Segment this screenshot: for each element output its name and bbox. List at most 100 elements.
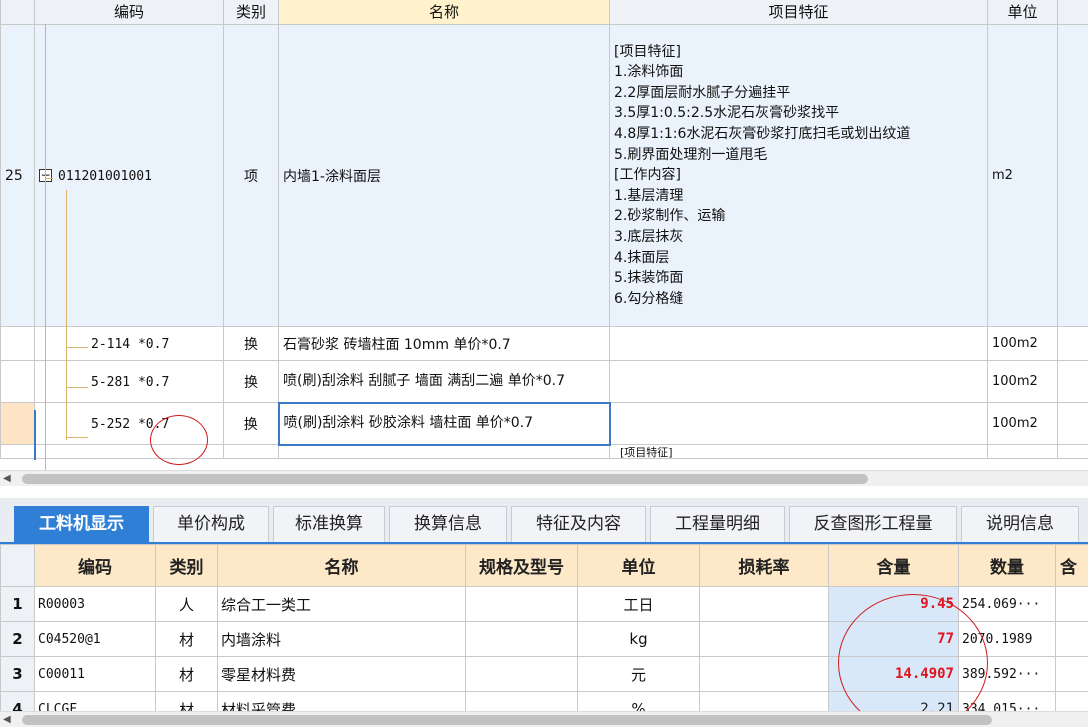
resource-code[interactable]: C00011 (34, 656, 156, 692)
header-unit[interactable]: 单位 (987, 0, 1058, 25)
resource-code[interactable]: C04520@1 (34, 621, 156, 657)
header-loss-rate[interactable]: 损耗率 (699, 544, 829, 587)
header-spec[interactable]: 规格及型号 (465, 544, 578, 587)
tab-labor-material-machine[interactable]: 工料机显示 (14, 506, 149, 542)
bill-items-header: 编码 类别 名称 项目特征 单位 (0, 0, 1088, 25)
sub-code-cell[interactable]: 5-281 *0.7 (34, 360, 224, 403)
table-row[interactable]: 3 C00011 材 零星材料费 元 14.4907 389.592··· (0, 656, 1088, 692)
sub-unit[interactable]: 100m2 (987, 326, 1058, 361)
top-horizontal-scrollbar[interactable]: ◀ (0, 470, 1088, 486)
resource-extra[interactable] (1055, 586, 1088, 622)
resource-name[interactable]: 零星材料费 (217, 656, 466, 692)
sub-features[interactable] (609, 360, 988, 403)
resource-name[interactable]: 综合工一类工 (217, 586, 466, 622)
partial-extra[interactable] (1057, 444, 1088, 459)
item-code-cell[interactable]: −011201001001 (34, 24, 224, 327)
resource-extra[interactable] (1055, 621, 1088, 657)
header-content[interactable]: 含量 (828, 544, 959, 587)
scrollbar-thumb[interactable] (22, 474, 868, 484)
resource-content[interactable]: 77 (828, 621, 959, 657)
sub-name[interactable]: 石膏砂浆 砖墙柱面 10mm 单价*0.7 (278, 326, 610, 361)
partial-type[interactable] (223, 444, 279, 459)
resource-loss-rate[interactable] (699, 586, 829, 622)
resource-spec[interactable] (465, 586, 578, 622)
sub-code-cell[interactable]: 5-252 *0.7 (34, 402, 224, 445)
tab-standard-conversion[interactable]: 标准换算 (273, 506, 385, 542)
resource-content[interactable]: 14.4907 (828, 656, 959, 692)
row-index-header (0, 544, 35, 587)
tab-conversion-info[interactable]: 换算信息 (389, 506, 507, 542)
tab-description-info[interactable]: 说明信息 (961, 506, 1079, 542)
sub-unit[interactable]: 100m2 (987, 360, 1058, 403)
resource-extra[interactable] (1055, 656, 1088, 692)
resource-quantity[interactable]: 254.069··· (958, 586, 1056, 622)
sub-extra[interactable] (1057, 326, 1088, 361)
resource-loss-rate[interactable] (699, 656, 829, 692)
item-extra[interactable] (1057, 24, 1088, 327)
resource-code[interactable]: R00003 (34, 586, 156, 622)
scroll-left-icon[interactable]: ◀ (3, 473, 11, 484)
resource-type[interactable]: 人 (155, 586, 218, 622)
resource-content[interactable]: 9.45 (828, 586, 959, 622)
sub-code: 5-281 *0.7 (91, 374, 170, 390)
item-unit[interactable]: m2 (987, 24, 1058, 327)
bottom-horizontal-scrollbar[interactable]: ◀ (0, 711, 1088, 727)
tab-features-content[interactable]: 特征及内容 (511, 506, 646, 542)
resource-spec[interactable] (465, 656, 578, 692)
sub-type[interactable]: 换 (223, 402, 279, 445)
scrollbar-thumb[interactable] (22, 715, 992, 725)
sub-code: 5-252 *0.7 (91, 416, 170, 432)
header-code[interactable]: 编码 (34, 544, 156, 587)
header-features[interactable]: 项目特征 (609, 0, 988, 25)
tab-quantity-details[interactable]: 工程量明细 (650, 506, 785, 542)
resource-quantity[interactable]: 2070.1989 (958, 621, 1056, 657)
resource-quantity[interactable]: 389.592··· (958, 656, 1056, 692)
partial-name[interactable] (278, 444, 610, 459)
sub-code: 2-114 *0.7 (91, 336, 170, 352)
sub-name[interactable]: 喷(刷)刮涂料 刮腻子 墙面 满刮二遍 单价*0.7 (278, 360, 610, 403)
header-extra[interactable]: 含 (1055, 544, 1088, 587)
detail-tab-bar: 工料机显示 单价构成 标准换算 换算信息 特征及内容 工程量明细 反查图形工程量… (0, 498, 1088, 544)
resource-unit[interactable]: 工日 (577, 586, 700, 622)
sub-code-cell[interactable]: 2-114 *0.7 (34, 326, 224, 361)
sub-extra[interactable] (1057, 402, 1088, 445)
resource-loss-rate[interactable] (699, 621, 829, 657)
resource-spec[interactable] (465, 621, 578, 657)
resource-type[interactable]: 材 (155, 656, 218, 692)
sub-type[interactable]: 换 (223, 360, 279, 403)
table-row[interactable]: 25 −011201001001 项 内墙1-涂料面层 [项目特征] 1.涂料饰… (0, 24, 1088, 327)
tab-unit-price-composition[interactable]: 单价构成 (153, 506, 269, 542)
partial-code[interactable] (34, 444, 224, 459)
header-name[interactable]: 名称 (278, 0, 610, 25)
resource-name[interactable]: 内墙涂料 (217, 621, 466, 657)
item-features[interactable]: [项目特征] 1.涂料饰面 2.2厚面层耐水腻子分遍挂平 3.5厚1:0.5:2… (609, 24, 988, 327)
header-quantity[interactable]: 数量 (958, 544, 1056, 587)
table-row[interactable]: 5-281 *0.7 换 喷(刷)刮涂料 刮腻子 墙面 满刮二遍 单价*0.7 … (0, 360, 1088, 403)
table-row[interactable]: 2-114 *0.7 换 石膏砂浆 砖墙柱面 10mm 单价*0.7 100m2 (0, 326, 1088, 361)
item-name[interactable]: 内墙1-涂料面层 (278, 24, 610, 327)
partial-features[interactable]: [项目特征] (609, 444, 988, 459)
sub-type[interactable]: 换 (223, 326, 279, 361)
table-row[interactable]: 1 R00003 人 综合工一类工 工日 9.45 254.069··· (0, 586, 1088, 622)
resource-type[interactable]: 材 (155, 621, 218, 657)
table-row-partial[interactable]: [项目特征] (0, 444, 1088, 459)
sub-name-editing[interactable]: 喷(刷)刮涂料 砂胶涂料 墙柱面 单价*0.7 (277, 401, 611, 446)
partial-unit[interactable] (987, 444, 1058, 459)
table-row-selected[interactable]: 5-252 *0.7 换 喷(刷)刮涂料 砂胶涂料 墙柱面 单价*0.7 100… (0, 401, 1088, 446)
header-extra[interactable] (1057, 0, 1088, 25)
header-name[interactable]: 名称 (217, 544, 466, 587)
tab-reverse-lookup-quantity[interactable]: 反查图形工程量 (789, 506, 957, 542)
table-row[interactable]: 2 C04520@1 材 内墙涂料 kg 77 2070.1989 (0, 621, 1088, 657)
header-unit[interactable]: 单位 (577, 544, 700, 587)
resource-unit[interactable]: kg (577, 621, 700, 657)
resource-unit[interactable]: 元 (577, 656, 700, 692)
header-code[interactable]: 编码 (34, 0, 224, 25)
sub-features[interactable] (609, 326, 988, 361)
sub-unit[interactable]: 100m2 (987, 402, 1058, 445)
header-type[interactable]: 类别 (155, 544, 218, 587)
scroll-left-icon[interactable]: ◀ (3, 714, 11, 725)
sub-features[interactable] (609, 402, 988, 445)
header-type[interactable]: 类别 (223, 0, 279, 25)
sub-extra[interactable] (1057, 360, 1088, 403)
item-type[interactable]: 项 (223, 24, 279, 327)
